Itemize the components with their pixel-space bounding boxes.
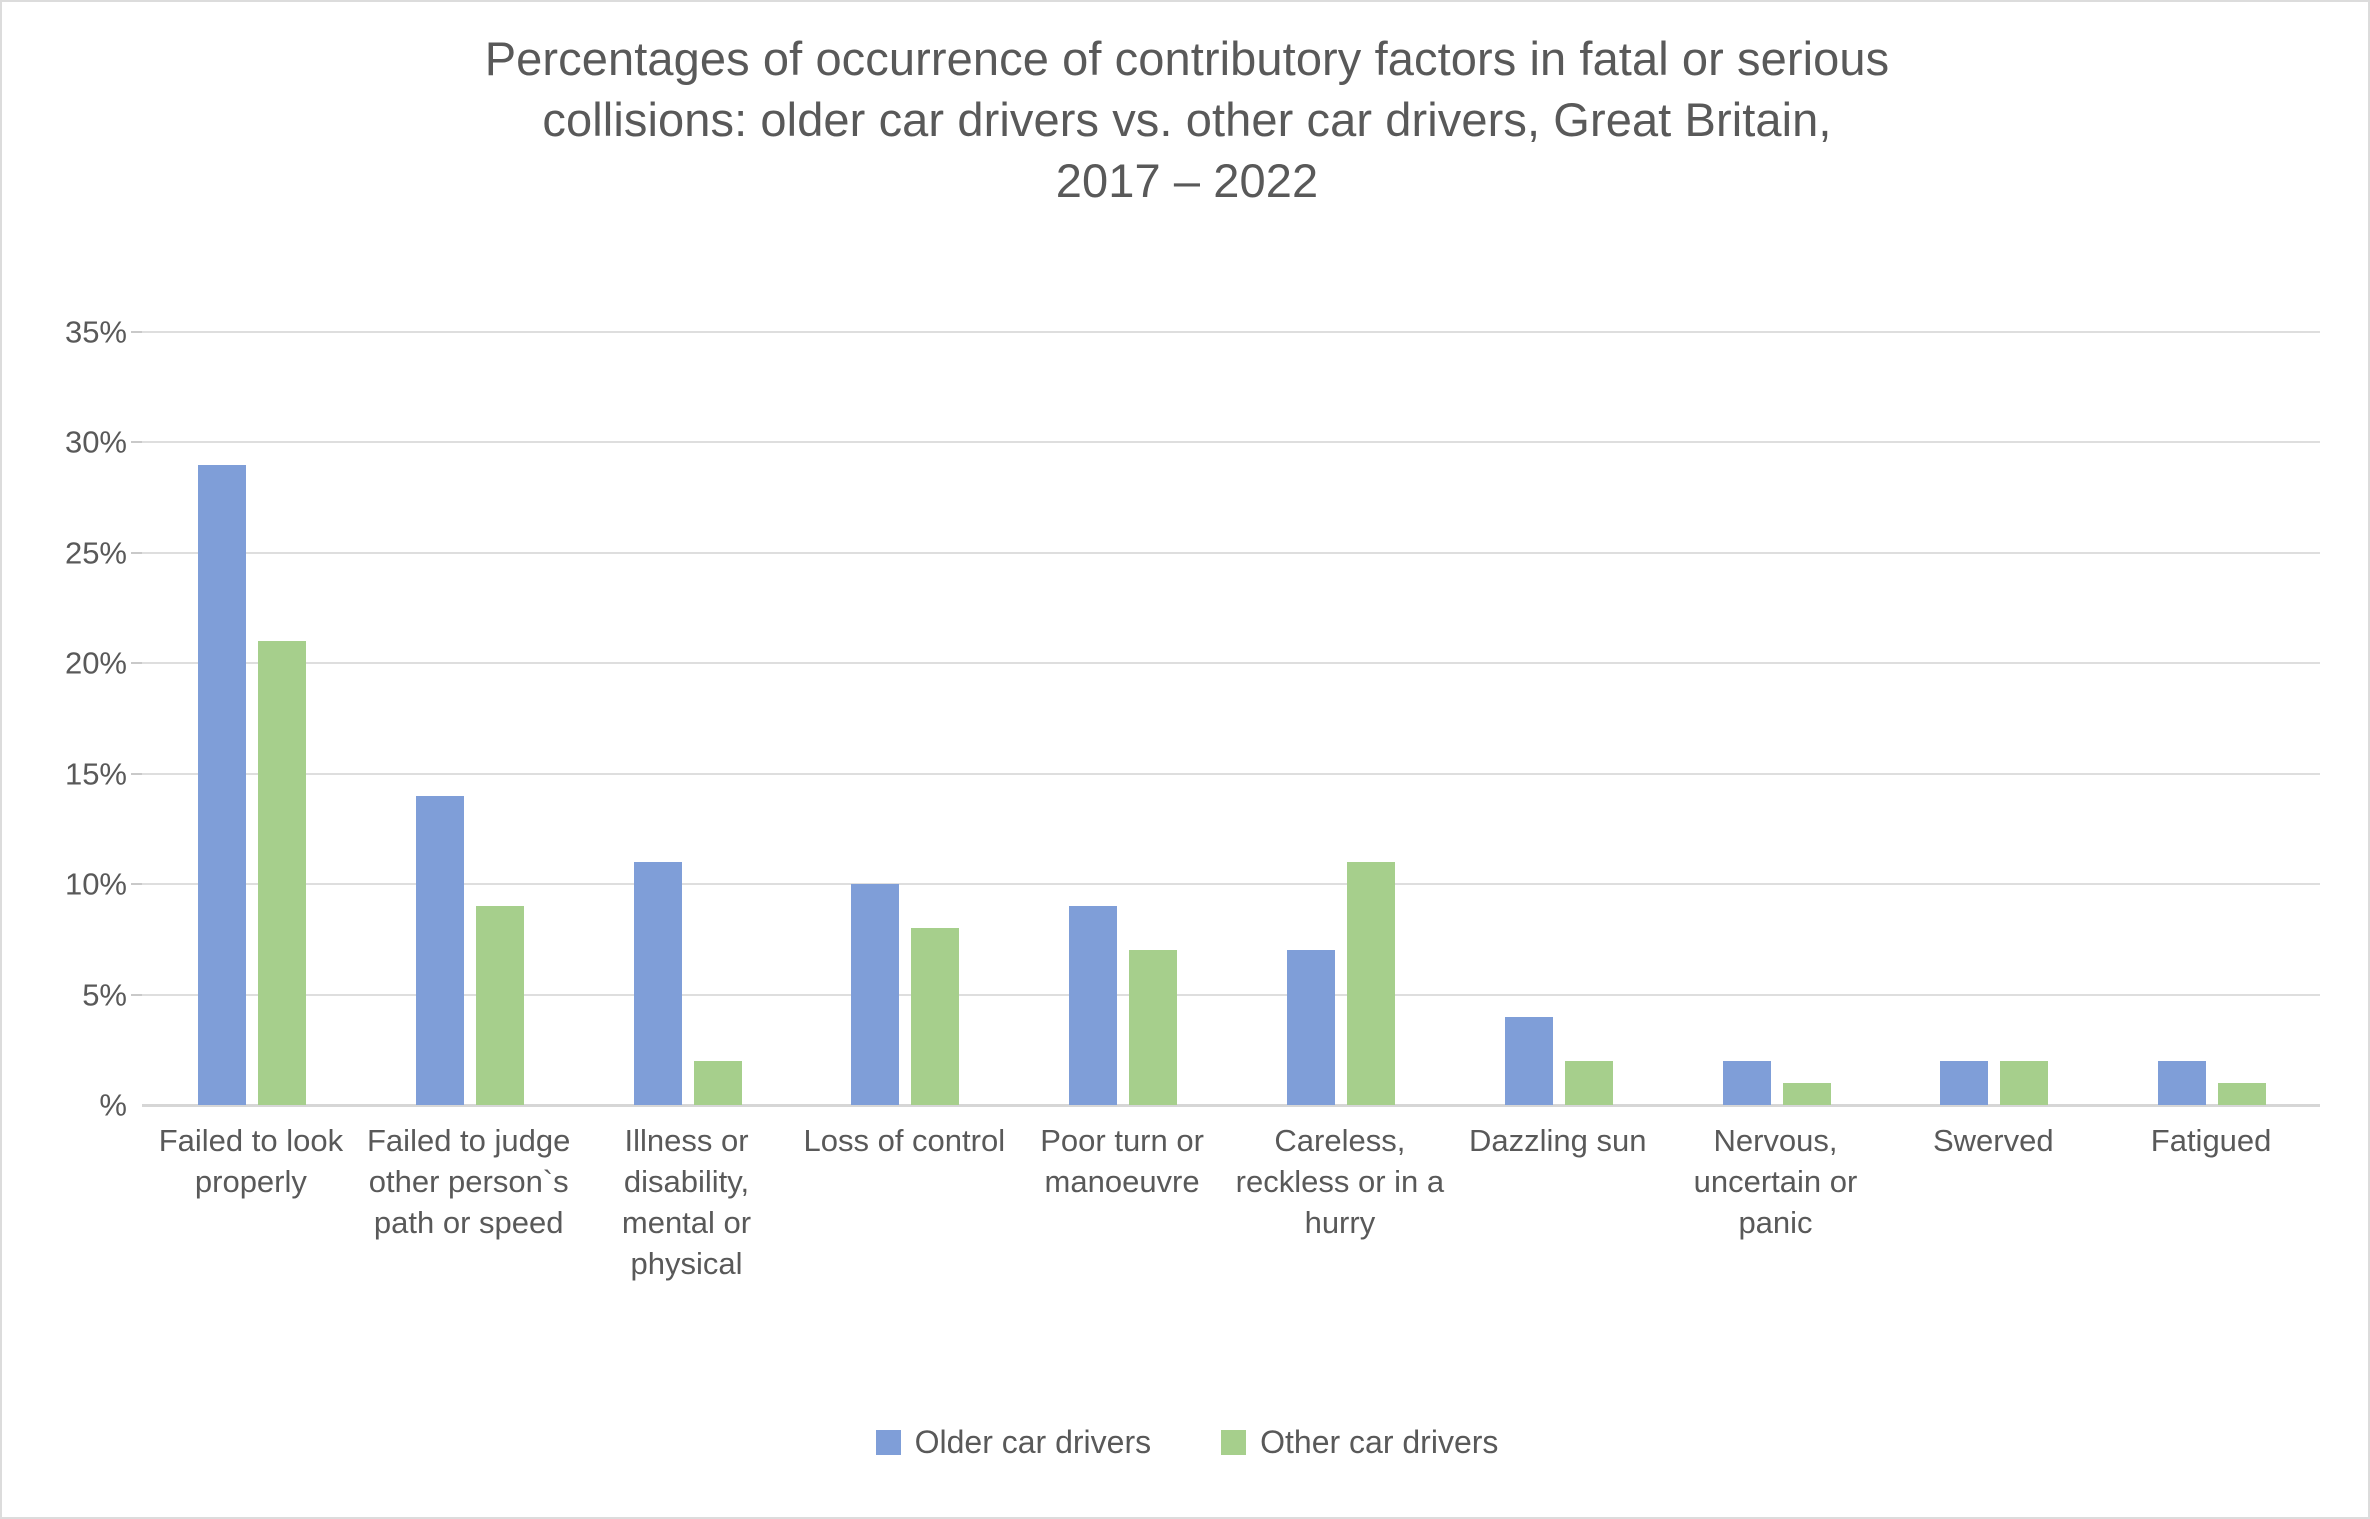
- bar: [258, 641, 306, 1105]
- bar: [851, 884, 900, 1105]
- legend-label: Other car drivers: [1260, 1424, 1499, 1460]
- x-axis-category-label: Poor turn or manoeuvre: [1040, 1123, 1204, 1199]
- x-axis-category-label: Illness or disability, mental or physica…: [621, 1123, 752, 1281]
- bar-group: [1449, 332, 1667, 1105]
- bar-group: [578, 332, 796, 1105]
- y-axis-tick-mark: [131, 662, 142, 665]
- bar: [633, 862, 682, 1105]
- y-axis-tick-mark: [131, 772, 142, 775]
- y-axis-tick-label: %: [99, 1087, 127, 1123]
- chart-title-line-2: collisions: older car drivers vs. other …: [542, 93, 1832, 147]
- bar-group: [1231, 332, 1449, 1105]
- y-axis-tick-label: 30%: [64, 424, 127, 460]
- y-axis-tick-label: 15%: [64, 756, 127, 792]
- chart-title-line-3: 2017 – 2022: [1055, 154, 1319, 208]
- bar: [1564, 1060, 1613, 1105]
- y-axis-tick-mark: [131, 551, 142, 554]
- bar: [1287, 950, 1335, 1105]
- bar-group: [360, 332, 578, 1105]
- bar: [1940, 1060, 1989, 1105]
- y-axis-tick-mark: [131, 993, 142, 996]
- bar: [911, 928, 960, 1105]
- bar: [1129, 950, 1178, 1105]
- bar: [1722, 1060, 1771, 1105]
- bar: [693, 1060, 742, 1105]
- bar-group: [142, 332, 360, 1105]
- bar: [415, 795, 464, 1105]
- bar-group: [1884, 332, 2102, 1105]
- y-axis: 35% 30% 25% 20% 15% 10% 5%%: [2, 317, 142, 1121]
- bar: [2000, 1060, 2049, 1105]
- x-axis-category-label: Swerved: [1932, 1123, 2054, 1158]
- chart-container: Percentages of occurrence of contributor…: [0, 0, 2370, 1519]
- x-axis-category-label: Failed to judge other person`s path or s…: [367, 1123, 571, 1240]
- legend-item[interactable]: Older car drivers: [875, 1424, 1152, 1460]
- bar: [2218, 1082, 2267, 1105]
- chart-title-line-1: Percentages of occurrence of contributor…: [484, 32, 1890, 85]
- y-axis-tick-mark: [131, 441, 142, 444]
- y-axis-tick-label: 20%: [64, 645, 127, 681]
- x-axis-category-label: Fatigued: [2150, 1123, 2272, 1158]
- x-axis-category-label: Loss of control: [803, 1123, 1006, 1158]
- y-axis-tick-label: 35%: [64, 314, 127, 350]
- bar: [1504, 1016, 1553, 1105]
- bar-group: [1667, 332, 1885, 1105]
- y-axis-tick-label: 25%: [64, 535, 127, 571]
- bar-group: [2102, 332, 2320, 1105]
- legend-swatch-icon: [1221, 1429, 1247, 1455]
- bar: [1069, 906, 1118, 1105]
- bar: [475, 906, 524, 1105]
- bar: [2158, 1060, 2207, 1105]
- legend-swatch-icon: [875, 1429, 901, 1455]
- plot-area: [142, 331, 2320, 1107]
- chart-title: Percentages of occurrence of contributor…: [2, 28, 2368, 211]
- bar-group: [1013, 332, 1231, 1105]
- chart-legend: Older car drivers Other car drivers: [2, 1424, 2368, 1460]
- bar: [1782, 1082, 1831, 1105]
- x-axis-labels: Failed to look properly Failed to judge o…: [142, 1120, 2320, 1380]
- bar: [198, 464, 246, 1105]
- y-axis-tick-mark: [131, 883, 142, 886]
- bar: [1347, 862, 1395, 1105]
- y-axis-tick-mark: [131, 331, 142, 333]
- legend-label: Older car drivers: [914, 1424, 1152, 1460]
- y-axis-tick-label: 10%: [64, 866, 127, 902]
- x-axis-category-label: Failed to look properly: [158, 1123, 344, 1199]
- bar-group: [795, 332, 1013, 1105]
- x-axis-category-label: Nervous, uncertain or panic: [1693, 1123, 1858, 1240]
- x-axis-category-label: Careless, reckless or in a hurry: [1235, 1123, 1445, 1240]
- legend-item[interactable]: Other car drivers: [1221, 1426, 1498, 1458]
- y-axis-tick-label: 5%: [82, 977, 127, 1013]
- x-axis-category-label: Dazzling sun: [1468, 1123, 1647, 1158]
